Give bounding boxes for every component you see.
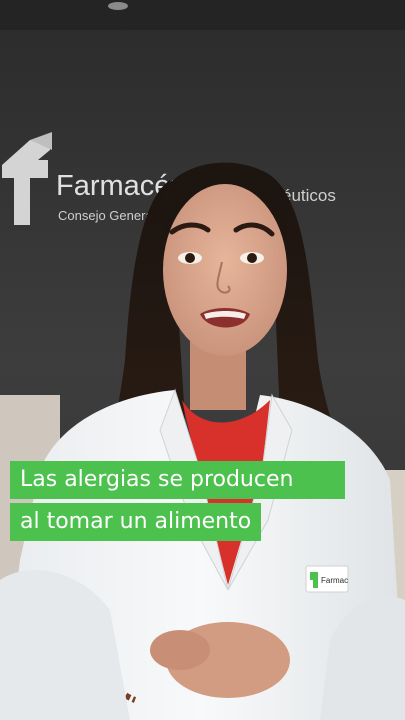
logo-subtitle-left: Consejo General xyxy=(58,208,156,223)
caption-line-2: al tomar un alimento xyxy=(10,503,262,541)
hand-left xyxy=(150,630,210,670)
face xyxy=(163,184,287,356)
coat-badge-text: Farmac xyxy=(321,576,348,585)
ceiling-light xyxy=(108,2,128,10)
caption-line-1: Las alergias se producen xyxy=(10,461,345,499)
ceiling xyxy=(0,0,405,30)
video-frame: Farmacéuticos Consejo General éuticos Fa… xyxy=(0,0,405,720)
pupil-left xyxy=(185,253,195,263)
pupil-right xyxy=(247,253,257,263)
